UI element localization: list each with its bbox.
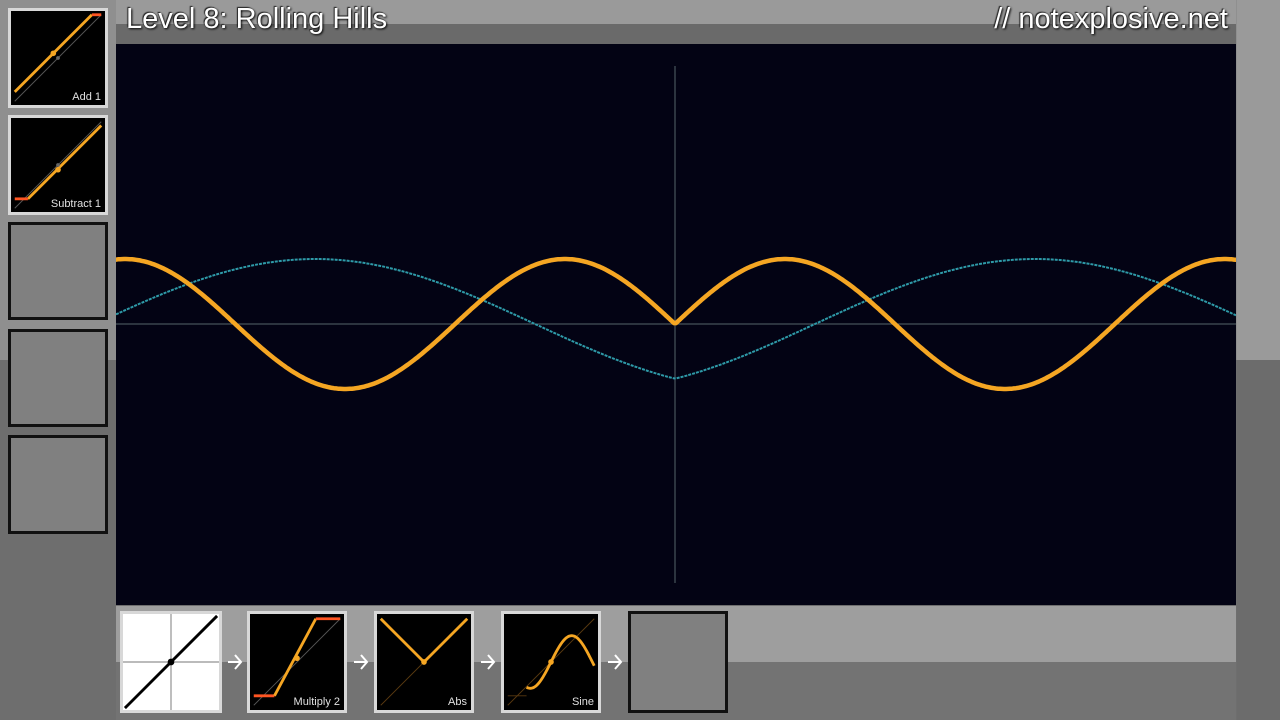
pipeline-slot-sine[interactable]: Sine — [501, 611, 601, 713]
pipeline-label: Multiply 2 — [293, 696, 340, 708]
inventory-label: Add 1 — [72, 91, 101, 103]
level-title: Level 8: Rolling Hills — [126, 3, 388, 35]
function-graph — [113, 44, 1239, 605]
inventory-slot-empty[interactable] — [8, 329, 108, 427]
pipeline-slot-abs[interactable]: Abs — [374, 611, 474, 713]
arrow-right-icon — [608, 654, 623, 670]
graph-canvas — [113, 66, 1239, 583]
arrow-right-icon — [354, 654, 369, 670]
pipeline-label: Sine — [571, 696, 594, 708]
right-strip — [1237, 0, 1280, 720]
inventory-slot-add-1[interactable]: Add 1 — [8, 8, 108, 108]
pipeline-input-identity[interactable] — [120, 611, 222, 713]
site-credit: // notexplosive.net — [994, 3, 1228, 35]
target-curve — [115, 258, 1237, 380]
inventory-slot-empty[interactable] — [8, 435, 108, 534]
inventory-slot-subtract-1[interactable]: Subtract 1 — [8, 115, 108, 215]
pipeline-slot-empty[interactable] — [628, 611, 728, 713]
inventory-slot-empty[interactable] — [8, 222, 108, 320]
inventory-label: Subtract 1 — [50, 198, 101, 210]
pipeline-slot-multiply-2[interactable]: Multiply 2 — [247, 611, 347, 713]
arrow-right-icon — [228, 654, 243, 670]
arrow-right-icon — [481, 654, 496, 670]
pipeline-label: Abs — [448, 696, 467, 708]
